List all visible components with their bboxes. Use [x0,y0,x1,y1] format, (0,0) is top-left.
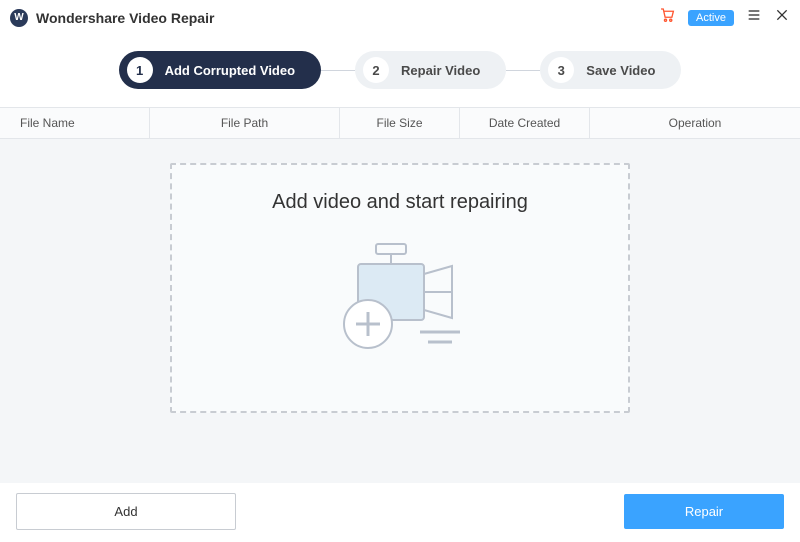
repair-button[interactable]: Repair [624,494,784,529]
step-save-video[interactable]: 3 Save Video [540,51,681,89]
col-date-created: Date Created [460,108,590,138]
footer: Add Repair [0,483,800,542]
close-icon[interactable] [774,7,790,28]
dropzone[interactable]: Add video and start repairing [170,163,630,413]
step-label: Save Video [586,63,655,78]
step-number: 1 [127,57,153,83]
step-label: Repair Video [401,63,480,78]
cart-icon[interactable] [658,6,676,29]
step-label: Add Corrupted Video [165,63,295,78]
menu-icon[interactable] [746,7,762,28]
step-connector [506,70,540,71]
dropzone-text: Add video and start repairing [272,191,528,214]
col-file-path: File Path [150,108,340,138]
step-number: 2 [363,57,389,83]
add-button[interactable]: Add [16,493,236,530]
col-operation: Operation [590,108,800,138]
title-bar: W Wondershare Video Repair Active [0,0,800,33]
active-badge: Active [688,10,734,26]
app-title: Wondershare Video Repair [36,10,214,26]
step-repair-video[interactable]: 2 Repair Video [355,51,506,89]
col-file-name: File Name [0,108,150,138]
step-number: 3 [548,57,574,83]
step-add-corrupted-video[interactable]: 1 Add Corrupted Video [119,51,321,89]
col-file-size: File Size [340,108,460,138]
table-header: File Name File Path File Size Date Creat… [0,107,800,139]
app-logo-icon: W [10,9,28,27]
stepper: 1 Add Corrupted Video 2 Repair Video 3 S… [0,33,800,107]
main-area: Add video and start repairing [0,139,800,483]
video-add-illustration-icon [320,238,480,368]
step-connector [321,70,355,71]
